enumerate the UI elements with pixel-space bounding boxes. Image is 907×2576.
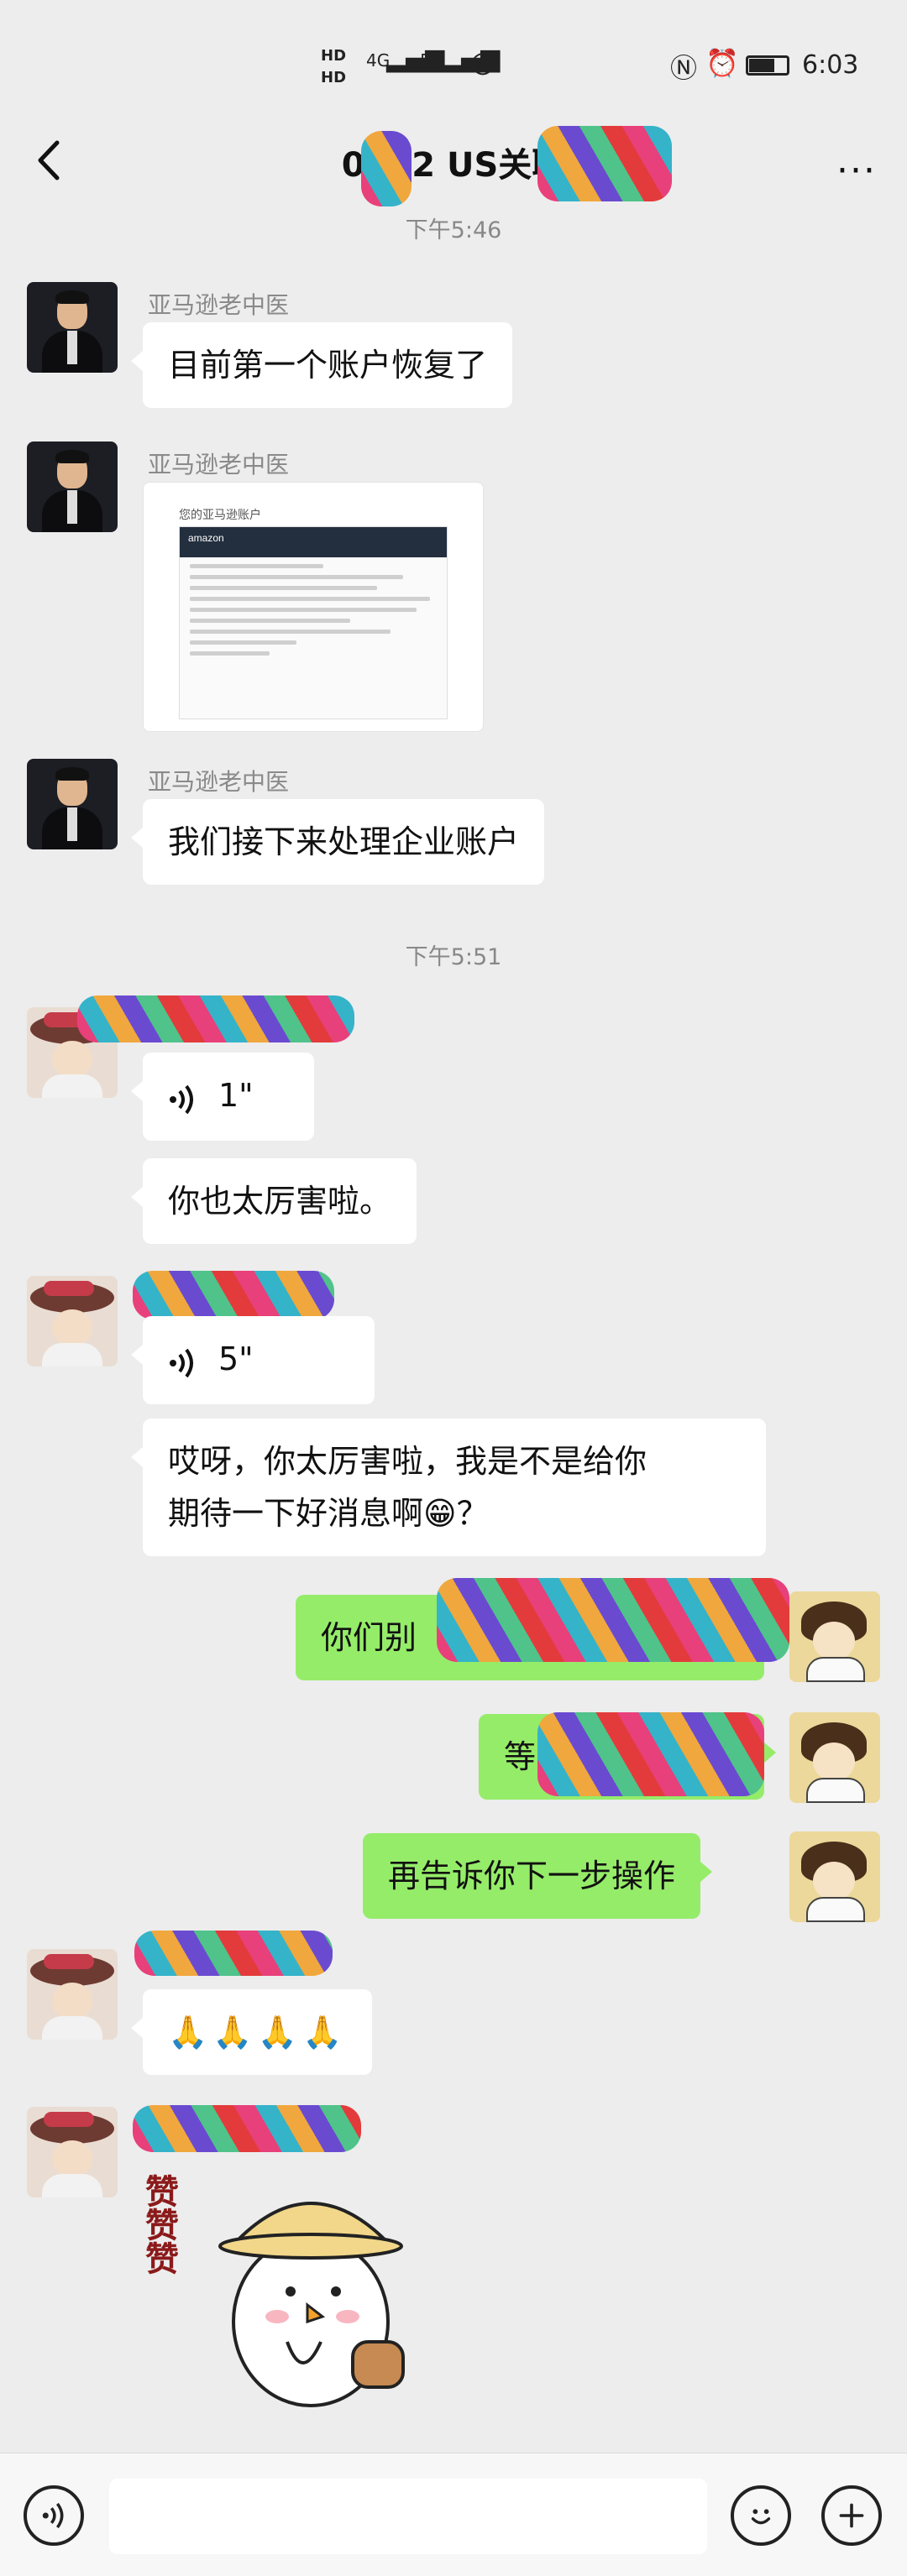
avatar[interactable] (27, 282, 118, 373)
avatar[interactable] (789, 1712, 880, 1803)
avatar[interactable] (27, 759, 118, 849)
message-bubble[interactable]: 你也太厉害啦。 (130, 1158, 417, 1244)
input-bar (0, 2453, 907, 2576)
image-message[interactable]: 您的亚马逊账户 amazon (143, 482, 484, 732)
sender-name: 亚马逊老中医 (148, 451, 290, 478)
message-bubble[interactable]: 哎呀，你太厉害啦，我是不是给你 期待一下好消息啊😁？ (131, 1419, 766, 1556)
redacted-mark (77, 995, 354, 1042)
voice-wave-icon (42, 2502, 64, 2529)
message-line: 期待一下好消息啊😁？ (168, 1495, 489, 1532)
message-text: 你们别 (321, 1619, 417, 1656)
sender-name: 亚马逊老中医 (148, 291, 290, 319)
voice-input-button[interactable] (24, 2485, 84, 2546)
nfc-icon: Ⓝ (670, 52, 698, 84)
avatar[interactable] (27, 442, 118, 532)
smiley-icon (751, 2509, 771, 2525)
voice-wave-icon (168, 1072, 197, 1124)
network-5g-label: 5G (420, 50, 444, 71)
message-line: 哎呀，你太厉害啦，我是不是给你 (168, 1443, 647, 1480)
sender-name: 亚马逊老中医 (148, 768, 290, 796)
voice-duration: 1" (218, 1077, 254, 1114)
message-bubble[interactable]: 再告诉你下一步操作 (363, 1833, 713, 1919)
redacted-mark (133, 1271, 334, 1319)
emoji-button[interactable] (731, 2485, 791, 2546)
alarm-icon: ⏰ (705, 47, 739, 79)
more-options-button[interactable]: ··· (836, 149, 877, 192)
duck-sticker-icon (218, 2202, 405, 2407)
image-brand-text: 您的亚马逊账户 (179, 508, 261, 521)
timestamp: 下午5:51 (405, 944, 502, 970)
battery-icon (746, 55, 789, 76)
redacted-mark (361, 131, 412, 206)
hotspot-icon: ◎ (470, 45, 495, 79)
redacted-mark (537, 1712, 764, 1796)
message-text-start: 等 (504, 1738, 537, 1775)
voice-message[interactable]: 1" (131, 1053, 314, 1141)
voice-wave-icon (168, 1335, 197, 1387)
message-bubble[interactable]: 我们接下来处理企业账户 (130, 799, 545, 885)
redacted-mark (437, 1578, 789, 1662)
clock: 6:03 (802, 50, 859, 80)
hd-icon: HD (321, 47, 347, 65)
avatar[interactable] (789, 1831, 880, 1922)
avatar[interactable] (27, 1276, 118, 1366)
title-bar: 0702 US关联 ··· (0, 126, 907, 210)
voice-duration: 5" (218, 1340, 254, 1377)
avatar[interactable] (789, 1591, 880, 1682)
redacted-mark (537, 126, 672, 201)
message-bubble[interactable]: 目前第一个账户恢复了 (130, 322, 513, 408)
hd-icon: HD (321, 69, 347, 86)
avatar[interactable] (27, 1949, 118, 2040)
redacted-mark (133, 2105, 361, 2152)
add-attachment-button[interactable] (821, 2485, 882, 2546)
status-bar: HD HD 4G ▂▄▆ 5G ▂▄▆ ◎ Ⓝ ⏰ 6:03 (0, 0, 907, 126)
timestamp: 下午5:46 (405, 217, 502, 243)
message-input[interactable] (109, 2479, 707, 2554)
amazon-logo: amazon (180, 527, 447, 557)
email-screenshot: amazon (179, 526, 448, 719)
avatar[interactable] (27, 2107, 118, 2197)
chat-title: 0702 US关联 (341, 146, 566, 185)
plus-icon (839, 2503, 864, 2528)
redacted-mark (134, 1931, 333, 1976)
voice-message[interactable]: 5" (131, 1316, 375, 1404)
sticker-message[interactable]: 赞赞赞 (139, 2174, 412, 2417)
emoji-message[interactable]: 🙏🙏🙏🙏 (130, 1989, 373, 2075)
